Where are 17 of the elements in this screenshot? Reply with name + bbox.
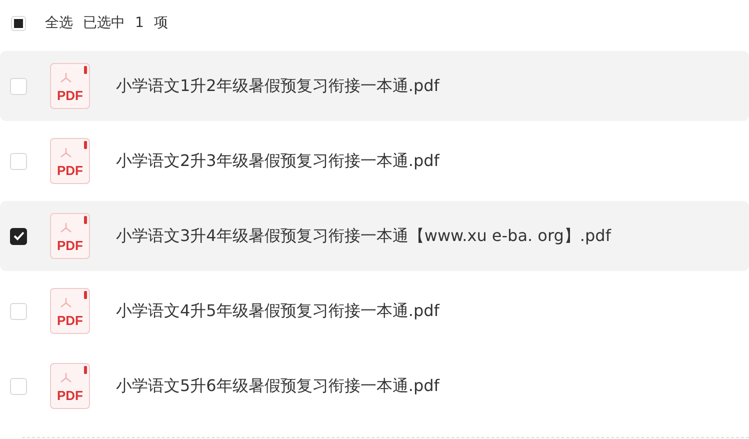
file-name: 小学语文2升3年级暑假预复习衔接一本通.pdf	[116, 150, 440, 172]
pdf-file-icon: PDF	[50, 138, 90, 184]
pdf-file-icon: PDF	[50, 363, 90, 409]
file-name: 小学语文1升2年级暑假预复习衔接一本通.pdf	[116, 76, 440, 96]
file-name: 小学语文4升5年级暑假预复习衔接一本通.pdf	[116, 300, 440, 322]
check-icon	[12, 231, 24, 241]
file-name: 小学语文5升6年级暑假预复习衔接一本通.pdf	[116, 376, 440, 396]
pdf-file-icon: PDF	[50, 63, 90, 109]
file-checkbox[interactable]	[10, 228, 27, 244]
select-all-checkbox[interactable]	[11, 16, 26, 30]
pdf-file-icon: PDF	[50, 288, 90, 334]
pdf-file-icon: PDF	[50, 213, 90, 259]
selected-unit: 项	[154, 14, 168, 32]
selected-label: 已选中	[83, 14, 125, 32]
selected-count: 1	[135, 15, 144, 31]
file-name: 小学语文3升4年级暑假预复习衔接一本通【www.xu e-ba. org】.pdf	[116, 226, 611, 246]
select-all-label[interactable]: 全选	[45, 14, 73, 32]
